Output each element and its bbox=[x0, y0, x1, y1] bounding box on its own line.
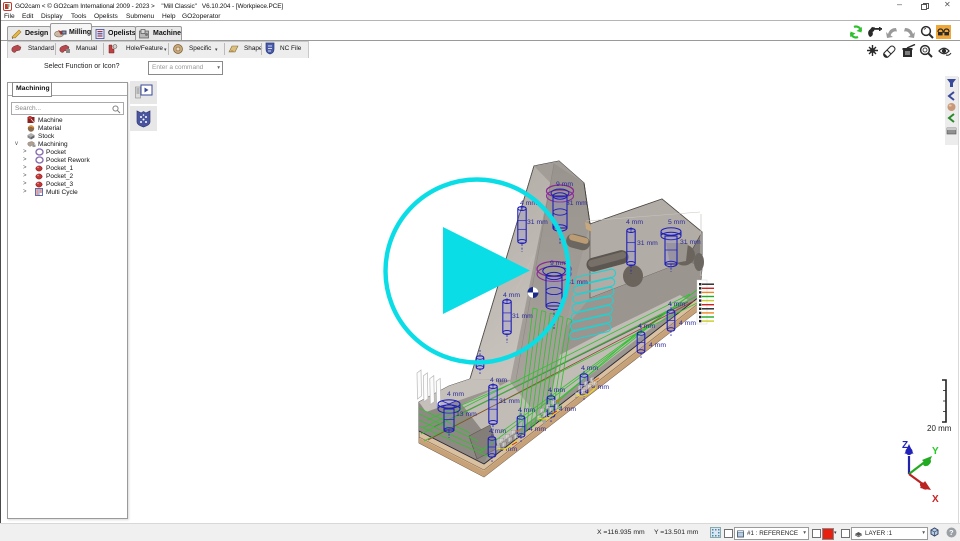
svg-text:Z: Z bbox=[902, 440, 908, 451]
svg-text:4 mm: 4 mm bbox=[548, 387, 565, 394]
svg-text:4 mm: 4 mm bbox=[649, 342, 666, 349]
svg-text:X: X bbox=[932, 494, 939, 505]
svg-text:4 mm: 4 mm bbox=[581, 365, 598, 372]
svg-text:31 mm: 31 mm bbox=[527, 219, 548, 226]
svg-text:4 mm: 4 mm bbox=[490, 377, 507, 384]
svg-text:4 mm: 4 mm bbox=[638, 323, 655, 330]
svg-text:4 mm: 4 mm bbox=[679, 320, 696, 327]
svg-text:31 mm: 31 mm bbox=[566, 200, 587, 207]
svg-text:9 mm: 9 mm bbox=[550, 260, 567, 267]
svg-text:4 mm: 4 mm bbox=[447, 391, 464, 398]
svg-text:F: F bbox=[587, 385, 592, 392]
svg-text:4 mm: 4 mm bbox=[626, 219, 643, 226]
svg-text:9 mm: 9 mm bbox=[556, 181, 573, 188]
svg-text:4 mm: 4 mm bbox=[668, 301, 685, 308]
svg-text:31 mm: 31 mm bbox=[637, 240, 658, 247]
svg-text:13 mm: 13 mm bbox=[456, 411, 477, 418]
svg-text:4 mm: 4 mm bbox=[489, 428, 506, 435]
svg-text:4 mm: 4 mm bbox=[518, 407, 535, 414]
svg-text:31 mm: 31 mm bbox=[680, 239, 701, 246]
svg-text:?: ? bbox=[949, 528, 954, 537]
svg-text:4 mm: 4 mm bbox=[529, 426, 546, 433]
svg-text:F: F bbox=[508, 438, 513, 445]
svg-text:Y: Y bbox=[932, 446, 939, 457]
svg-text:5 mm: 5 mm bbox=[668, 219, 685, 226]
svg-text:4 mm: 4 mm bbox=[559, 406, 576, 413]
svg-text:31 mm: 31 mm bbox=[512, 313, 533, 320]
svg-text:20 mm: 20 mm bbox=[927, 424, 952, 433]
svg-text:4 mm: 4 mm bbox=[503, 292, 520, 299]
svg-text:31 mm: 31 mm bbox=[499, 398, 520, 405]
